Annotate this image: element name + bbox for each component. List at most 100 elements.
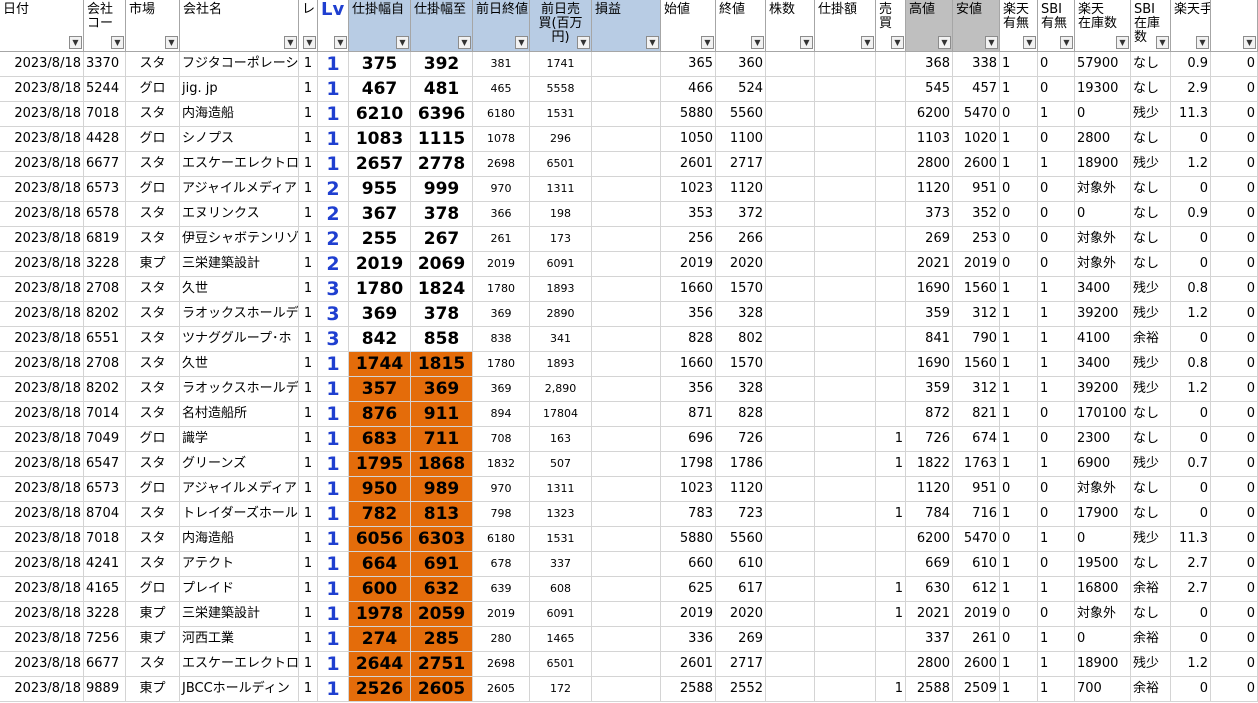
cell-date[interactable]: 2023/8/18: [0, 627, 84, 652]
cell-high[interactable]: 1120: [906, 477, 953, 502]
cell-extra[interactable]: 0: [1211, 327, 1258, 352]
cell-date[interactable]: 2023/8/18: [0, 452, 84, 477]
cell-name[interactable]: 内海造船: [180, 527, 299, 552]
cell-sell[interactable]: [876, 52, 906, 77]
cell-low[interactable]: 716: [953, 502, 1000, 527]
cell-pl[interactable]: [592, 627, 661, 652]
cell-re[interactable]: 1: [299, 252, 318, 277]
cell-rakuten_stock[interactable]: 39200: [1075, 302, 1131, 327]
cell-name[interactable]: JBCCホールディン: [180, 677, 299, 702]
cell-low[interactable]: 790: [953, 327, 1000, 352]
cell-pl[interactable]: [592, 177, 661, 202]
cell-low[interactable]: 821: [953, 402, 1000, 427]
cell-re[interactable]: 1: [299, 577, 318, 602]
cell-sbi_flag[interactable]: 0: [1038, 402, 1075, 427]
cell-re[interactable]: 1: [299, 302, 318, 327]
cell-sbi_flag[interactable]: 1: [1038, 527, 1075, 552]
cell-open[interactable]: 625: [661, 577, 716, 602]
cell-close[interactable]: 617: [716, 577, 766, 602]
cell-close[interactable]: 723: [716, 502, 766, 527]
filter-dropdown-icon[interactable]: ▼: [1060, 36, 1073, 49]
cell-pl[interactable]: [592, 52, 661, 77]
cell-rakuten_flag[interactable]: 1: [1000, 302, 1038, 327]
cell-from[interactable]: 6210: [349, 102, 411, 127]
cell-low[interactable]: 312: [953, 302, 1000, 327]
cell-lv[interactable]: 1: [318, 352, 349, 377]
cell-sbi_stock[interactable]: 残少: [1131, 452, 1171, 477]
cell-rakuten_stock[interactable]: 0: [1075, 527, 1131, 552]
cell-fee[interactable]: 2.7: [1171, 552, 1211, 577]
cell-prev_close[interactable]: 369: [473, 302, 530, 327]
cell-fee[interactable]: 1.2: [1171, 302, 1211, 327]
cell-date[interactable]: 2023/8/18: [0, 677, 84, 702]
cell-low[interactable]: 951: [953, 177, 1000, 202]
cell-date[interactable]: 2023/8/18: [0, 277, 84, 302]
cell-code[interactable]: 5244: [84, 77, 126, 102]
cell-rakuten_stock[interactable]: 0: [1075, 627, 1131, 652]
cell-re[interactable]: 1: [299, 402, 318, 427]
cell-close[interactable]: 610: [716, 552, 766, 577]
cell-shares[interactable]: [766, 527, 815, 552]
cell-open[interactable]: 353: [661, 202, 716, 227]
column-header-rakuten_stock[interactable]: 楽天 在庫数 ▼: [1075, 0, 1131, 52]
cell-rakuten_stock[interactable]: 39200: [1075, 377, 1131, 402]
cell-amount[interactable]: [815, 327, 876, 352]
cell-prev_close[interactable]: 678: [473, 552, 530, 577]
cell-rakuten_flag[interactable]: 1: [1000, 77, 1038, 102]
cell-prev_vol[interactable]: 337: [530, 552, 592, 577]
cell-code[interactable]: 8202: [84, 377, 126, 402]
cell-prev_vol[interactable]: 1311: [530, 477, 592, 502]
cell-lv[interactable]: 1: [318, 377, 349, 402]
cell-prev_close[interactable]: 639: [473, 577, 530, 602]
filter-dropdown-icon[interactable]: ▼: [800, 36, 813, 49]
cell-fee[interactable]: 0: [1171, 252, 1211, 277]
cell-re[interactable]: 1: [299, 152, 318, 177]
cell-code[interactable]: 4165: [84, 577, 126, 602]
cell-sell[interactable]: [876, 477, 906, 502]
cell-extra[interactable]: 0: [1211, 177, 1258, 202]
cell-open[interactable]: 365: [661, 52, 716, 77]
cell-sbi_stock[interactable]: 残少: [1131, 102, 1171, 127]
cell-to[interactable]: 1115: [411, 127, 473, 152]
filter-dropdown-icon[interactable]: ▼: [1156, 36, 1169, 49]
column-header-code[interactable]: 会社 コー ▼: [84, 0, 126, 52]
cell-market[interactable]: 東プ: [126, 677, 180, 702]
cell-low[interactable]: 1560: [953, 352, 1000, 377]
cell-open[interactable]: 2019: [661, 602, 716, 627]
cell-prev_close[interactable]: 366: [473, 202, 530, 227]
column-header-from[interactable]: 仕掛幅自 ▼: [349, 0, 411, 52]
cell-from[interactable]: 467: [349, 77, 411, 102]
cell-high[interactable]: 2800: [906, 152, 953, 177]
cell-sbi_stock[interactable]: なし: [1131, 177, 1171, 202]
cell-prev_vol[interactable]: 5558: [530, 77, 592, 102]
column-header-extra[interactable]: ▼: [1211, 0, 1258, 52]
cell-to[interactable]: 1868: [411, 452, 473, 477]
cell-re[interactable]: 1: [299, 602, 318, 627]
cell-rakuten_stock[interactable]: 57900: [1075, 52, 1131, 77]
cell-sbi_stock[interactable]: なし: [1131, 427, 1171, 452]
cell-rakuten_flag[interactable]: 1: [1000, 652, 1038, 677]
cell-amount[interactable]: [815, 427, 876, 452]
cell-low[interactable]: 951: [953, 477, 1000, 502]
cell-sell[interactable]: [876, 202, 906, 227]
cell-code[interactable]: 8704: [84, 502, 126, 527]
cell-sbi_flag[interactable]: 1: [1038, 577, 1075, 602]
column-header-fee[interactable]: 楽天手数料 ▼: [1171, 0, 1211, 52]
cell-extra[interactable]: 0: [1211, 77, 1258, 102]
cell-sbi_flag[interactable]: 1: [1038, 152, 1075, 177]
column-header-close[interactable]: 終値 ▼: [716, 0, 766, 52]
cell-market[interactable]: グロ: [126, 477, 180, 502]
cell-rakuten_flag[interactable]: 1: [1000, 502, 1038, 527]
cell-prev_close[interactable]: 970: [473, 477, 530, 502]
cell-fee[interactable]: 0: [1171, 227, 1211, 252]
cell-from[interactable]: 955: [349, 177, 411, 202]
cell-re[interactable]: 1: [299, 627, 318, 652]
cell-to[interactable]: 378: [411, 302, 473, 327]
cell-sbi_flag[interactable]: 1: [1038, 327, 1075, 352]
cell-to[interactable]: 2751: [411, 652, 473, 677]
column-header-high[interactable]: 高値 ▼: [906, 0, 953, 52]
cell-name[interactable]: jig. jp: [180, 77, 299, 102]
cell-market[interactable]: 東プ: [126, 602, 180, 627]
cell-extra[interactable]: 0: [1211, 202, 1258, 227]
cell-sbi_stock[interactable]: なし: [1131, 202, 1171, 227]
